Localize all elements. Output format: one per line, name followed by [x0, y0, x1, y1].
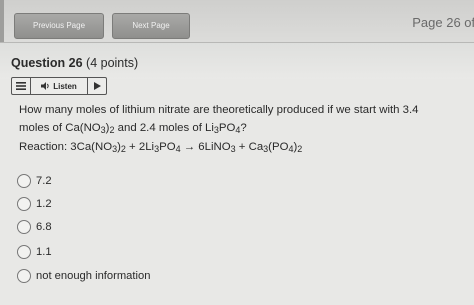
play-icon	[93, 82, 101, 90]
answer-option[interactable]: not enough information	[17, 269, 150, 283]
answer-option-label: not enough information	[36, 270, 151, 282]
answer-option-label: 1.2	[36, 198, 52, 210]
listen-button[interactable]: Listen	[31, 78, 88, 94]
radio-button[interactable]	[17, 174, 31, 188]
reaction-equation: Reaction: 3Ca(NO3)2 + 2Li3PO4 → 6LiNO3 +…	[19, 141, 303, 154]
question-text-line1: How many moles of lithium nitrate are th…	[19, 104, 419, 116]
answer-option-label: 1.1	[36, 246, 52, 258]
listen-toolbar: Listen	[11, 77, 107, 95]
question-text-line2: moles of Ca(NO3)2 and 2.4 moles of Li3PO…	[19, 122, 247, 135]
question-number: Question 26	[11, 56, 83, 70]
next-page-button[interactable]: Next Page	[112, 13, 190, 39]
page-indicator: Page 26 of 2	[412, 15, 474, 30]
radio-button[interactable]	[17, 245, 31, 259]
radio-button[interactable]	[17, 269, 31, 283]
question-text: How many moles of lithium nitrate are th…	[19, 101, 469, 139]
menu-icon	[16, 82, 26, 90]
radio-button[interactable]	[17, 220, 31, 234]
speaker-icon	[41, 82, 49, 90]
answer-option[interactable]: 1.2	[17, 197, 52, 211]
top-navigation-bar: Previous Page Next Page Page 26 of 2	[0, 0, 474, 43]
listen-menu-button[interactable]	[12, 78, 31, 94]
question-points: (4 points)	[86, 56, 139, 70]
previous-page-button[interactable]: Previous Page	[14, 13, 104, 39]
window-edge	[0, 0, 4, 42]
answer-option-label: 6.8	[36, 221, 52, 233]
answer-option[interactable]: 6.8	[17, 220, 52, 234]
question-title: Question 26 (4 points)	[11, 56, 138, 70]
listen-label: Listen	[53, 81, 77, 91]
radio-button[interactable]	[17, 197, 31, 211]
answer-option[interactable]: 7.2	[17, 174, 52, 188]
answer-option[interactable]: 1.1	[17, 245, 52, 259]
play-button[interactable]	[88, 78, 106, 94]
answer-option-label: 7.2	[36, 175, 52, 187]
